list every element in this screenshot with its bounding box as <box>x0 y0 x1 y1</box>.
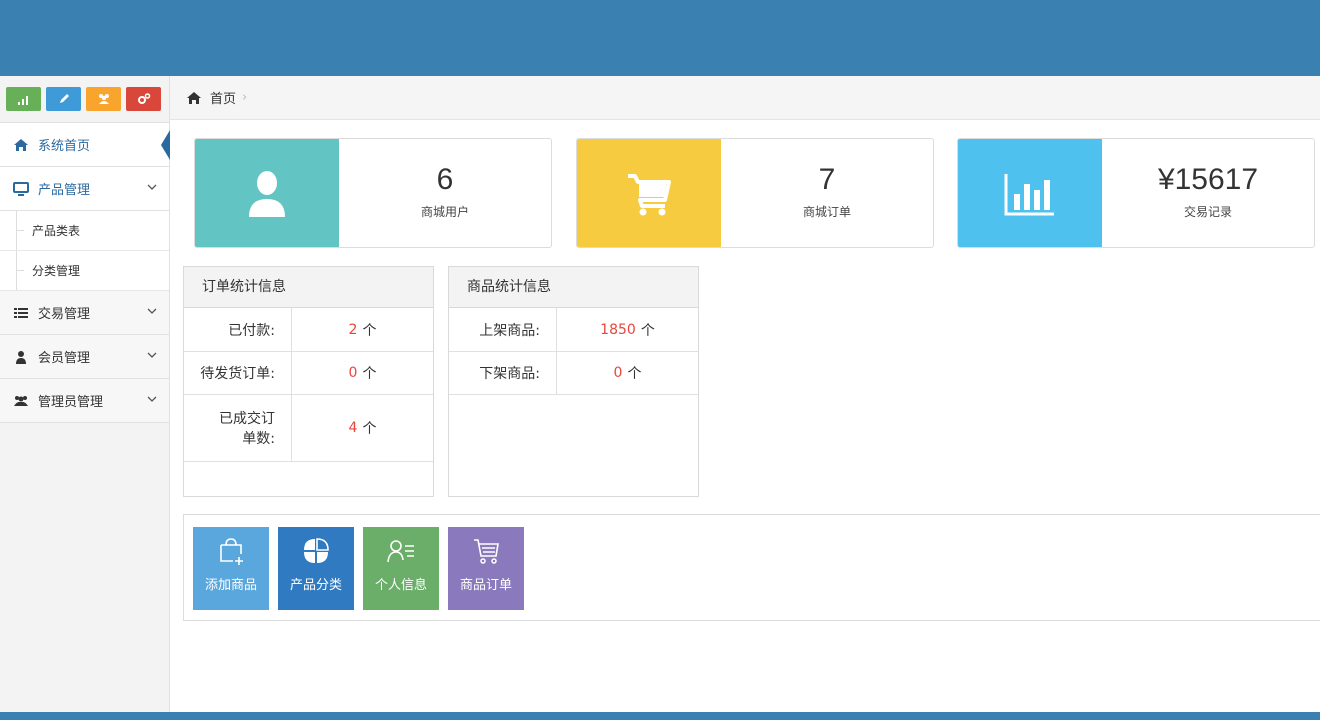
active-indicator <box>161 130 170 160</box>
sidebar-item-label: 交易管理 <box>38 307 91 322</box>
shortcut-bar <box>0 76 169 123</box>
stat-card-users[interactable]: 6 商城用户 <box>194 138 552 248</box>
table-row: 已成交订单数: 4个 <box>184 395 433 462</box>
user-icon <box>12 348 30 366</box>
sidebar-item-label: 产品管理 <box>38 183 91 198</box>
sidebar-item-home[interactable]: 系统首页 <box>0 123 170 167</box>
row-value: 1850 个 <box>557 308 698 351</box>
users-icon <box>12 392 30 410</box>
bar-chart-icon <box>1004 174 1054 216</box>
stat-tile <box>195 139 339 247</box>
chevron-down-icon <box>147 184 157 190</box>
count-unit: 个 <box>362 322 377 339</box>
stat-label: 商城用户 <box>420 205 469 219</box>
stat-tile <box>958 139 1102 247</box>
count-unit: 个 <box>362 366 377 382</box>
count-unit: 个 <box>627 366 642 382</box>
shortcut-signal-button[interactable] <box>6 87 41 111</box>
chevron-down-icon <box>147 352 157 358</box>
panel-title: 商品统计信息 <box>449 267 698 308</box>
row-label: 已付款: <box>184 308 292 351</box>
button-label: 添加商品 <box>204 578 257 593</box>
panel-title: 订单统计信息 <box>184 267 433 308</box>
count-value: 0 <box>613 365 623 381</box>
stat-value: 7 <box>818 163 836 196</box>
count-value: 4 <box>348 420 358 436</box>
sidebar-item-admins[interactable]: 管理员管理 <box>0 379 169 423</box>
row-label: 已成交订单数: <box>184 395 292 461</box>
table-row: 下架商品: 0个 <box>449 352 698 395</box>
shortcut-cogs-button[interactable] <box>126 87 161 111</box>
row-value: 2个 <box>292 308 433 351</box>
sidebar-subitem-label: 分类管理 <box>32 264 81 278</box>
sidebar-item-label: 管理员管理 <box>38 395 104 410</box>
stat-value: ¥15617 <box>1157 163 1259 196</box>
breadcrumb: 首页 › <box>170 76 1320 120</box>
product-category-button[interactable]: 产品分类 <box>278 527 354 610</box>
table-row: 上架商品: 1850 个 <box>449 308 698 352</box>
list-icon <box>12 304 30 322</box>
breadcrumb-separator: › <box>242 90 248 105</box>
sidebar-subitem-label: 产品类表 <box>32 224 81 238</box>
home-icon <box>187 91 201 104</box>
row-value: 0个 <box>557 352 698 394</box>
sidebar-item-members[interactable]: 会员管理 <box>0 335 169 379</box>
bag-plus-icon <box>220 538 243 565</box>
button-label: 产品分类 <box>289 578 342 593</box>
count-value: 1850 <box>600 321 636 338</box>
count-value: 2 <box>348 321 358 338</box>
top-header-bar <box>0 0 1320 76</box>
stat-value: 6 <box>436 163 454 196</box>
sidebar-item-label: 会员管理 <box>38 351 91 366</box>
shortcut-users-button[interactable] <box>86 87 121 111</box>
sidebar-item-products[interactable]: 产品管理 <box>0 167 169 211</box>
bottom-bar <box>0 712 1320 720</box>
sidebar-subitem-product-list[interactable]: 产品类表 <box>0 211 169 251</box>
add-product-button[interactable]: 添加商品 <box>193 527 269 610</box>
breadcrumb-home-link[interactable]: 首页 <box>210 88 236 107</box>
row-value: 0个 <box>292 352 433 394</box>
sidebar-item-trade[interactable]: 交易管理 <box>0 291 169 335</box>
home-icon <box>12 136 30 154</box>
user-icon <box>249 171 285 217</box>
cart-icon <box>628 174 671 216</box>
count-value: 0 <box>348 365 358 381</box>
button-label: 个人信息 <box>374 578 427 593</box>
table-row: 已付款: 2个 <box>184 308 433 352</box>
monitor-icon <box>12 180 30 198</box>
pencil-icon <box>59 94 69 103</box>
stat-label: 交易记录 <box>1183 205 1232 219</box>
sidebar-subitem-category[interactable]: 分类管理 <box>0 251 169 291</box>
chevron-down-icon <box>147 396 157 402</box>
product-stats-panel: 商品统计信息 上架商品: 1850 个 下架商品: 0个 <box>448 266 699 497</box>
stat-card-orders[interactable]: 7 商城订单 <box>576 138 934 248</box>
row-value: 4个 <box>292 395 433 461</box>
shortcut-pencil-button[interactable] <box>46 87 81 111</box>
row-label: 待发货订单: <box>184 352 292 394</box>
product-orders-button[interactable]: 商品订单 <box>448 527 524 610</box>
quick-actions-panel: 添加商品 产品分类 个人信息 商品订单 <box>183 514 1320 621</box>
sidebar-item-label: 系统首页 <box>38 139 91 154</box>
count-unit: 个 <box>640 322 655 339</box>
row-label: 下架商品: <box>449 352 557 394</box>
order-stats-panel: 订单统计信息 已付款: 2个 待发货订单: 0个 已成交订单数: 4个 <box>183 266 434 497</box>
personal-info-button[interactable]: 个人信息 <box>363 527 439 610</box>
sidebar: 系统首页 产品管理 产品类表 分类管理 交易管理 会员管理 管理员管理 <box>0 76 170 712</box>
category-icon <box>304 538 329 563</box>
stat-tile <box>577 139 721 247</box>
profile-icon <box>387 540 414 563</box>
cogs-icon <box>137 93 150 104</box>
stat-label: 商城订单 <box>802 205 851 219</box>
stat-card-transactions[interactable]: ¥15617 交易记录 <box>957 138 1315 248</box>
button-label: 商品订单 <box>459 578 512 593</box>
users-icon <box>98 94 109 104</box>
table-row: 待发货订单: 0个 <box>184 352 433 395</box>
chevron-down-icon <box>147 308 157 314</box>
cart-icon <box>474 539 499 564</box>
signal-icon <box>17 96 28 105</box>
count-unit: 个 <box>362 421 377 437</box>
row-label: 上架商品: <box>449 308 557 351</box>
